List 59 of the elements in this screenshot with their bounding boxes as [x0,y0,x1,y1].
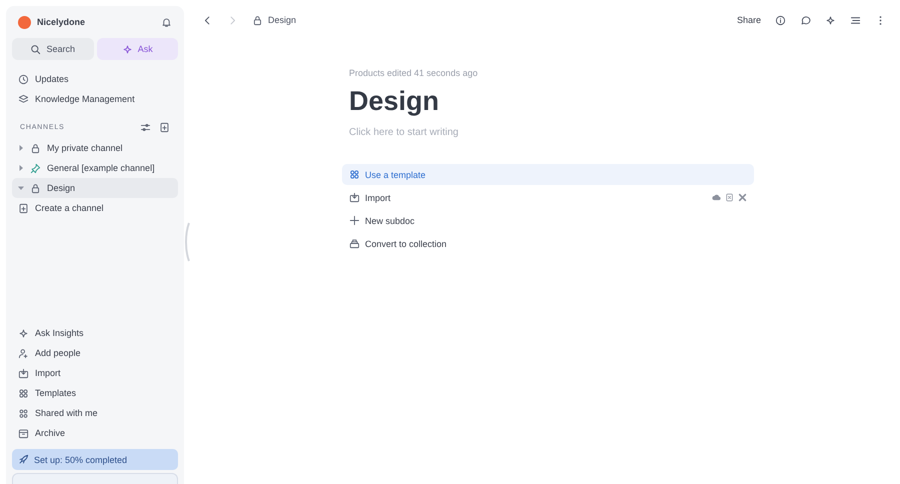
cloud-icon [712,193,721,202]
nav-item[interactable]: Archive [12,423,178,443]
clock-icon [18,74,29,84]
info-icon [775,14,786,26]
nav-item[interactable]: Knowledge Management [12,89,178,109]
outline-icon [850,14,861,26]
caret-icon[interactable] [18,165,24,171]
lock-icon [30,182,41,194]
lock-icon [252,14,263,26]
bell-icon [161,16,172,28]
filter-icon [140,122,151,132]
sparkle-icon [122,44,133,54]
lock-icon [30,142,41,154]
nav-item[interactable]: Add people [12,343,178,363]
rocket-icon [18,454,29,465]
caret-icon[interactable] [18,145,24,151]
plus-icon [349,215,360,226]
pin-icon [30,162,41,174]
nav-item[interactable]: Shared with me [12,403,178,423]
document-title[interactable]: Design [349,86,754,117]
comment-icon [800,14,811,26]
new-doc-icon [159,122,170,132]
breadcrumb-link[interactable]: Design [268,15,296,25]
edit-info: Products edited 41 seconds ago [348,68,479,78]
sparkle-icon [18,328,29,338]
import-icon [18,368,29,378]
file-icon [725,193,734,202]
action-item[interactable]: New subdoc [342,210,754,231]
caret-icon[interactable] [18,185,24,191]
search-button[interactable]: Search [12,38,94,60]
nav-item[interactable]: Updates [12,69,178,89]
search-icon [30,44,42,54]
nav-item[interactable]: Import [12,363,178,383]
nav-item[interactable]: Ask Insights [12,323,178,343]
share-button[interactable]: Share [736,15,761,25]
layers-icon [18,94,29,104]
channel-item[interactable]: Design [12,178,178,198]
resize-handle[interactable] [184,222,190,262]
channel-item[interactable]: My private channel [12,138,178,158]
import-icon [349,192,360,203]
sparkle-icon [825,14,836,26]
workspace-name: Nicelydone [37,17,86,27]
logo-icon [18,16,31,28]
archive-icon [18,428,29,438]
add-person-icon [18,348,29,358]
setup-progress-button[interactable]: Set up: 50% completed [12,449,178,470]
nav-item[interactable]: Templates [12,383,178,403]
people-icon [18,408,29,418]
ask-button[interactable]: Ask [96,38,178,60]
cross-icon [738,193,747,202]
action-item[interactable]: Convert to collection [342,233,754,254]
action-item[interactable]: Use a template [342,164,754,185]
create-channel-item[interactable]: Create a channel [12,198,178,218]
new-doc-icon [18,202,29,214]
collection-icon [349,238,360,249]
channel-item[interactable]: General [example channel] [12,158,178,178]
templates-icon [18,388,29,398]
action-item[interactable]: Import [342,187,754,208]
templates-icon [349,169,360,180]
